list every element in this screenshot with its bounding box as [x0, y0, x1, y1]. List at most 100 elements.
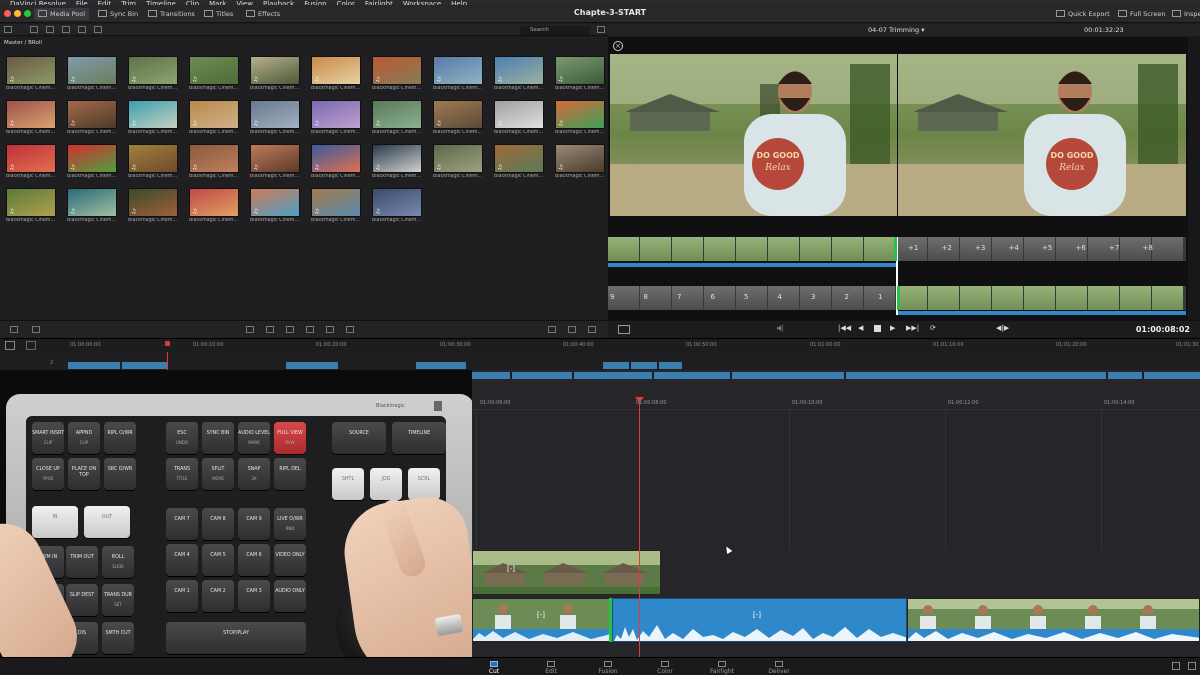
media-pool-button[interactable]: Media Pool [34, 8, 90, 20]
keyboard-key[interactable]: STOP/PLAY [166, 622, 306, 654]
media-clip[interactable]: ♫ Blackmagic Cinem... [189, 188, 239, 226]
close-up-icon[interactable] [306, 326, 314, 333]
media-clip[interactable]: ♫ Blackmagic Cinem... [372, 188, 422, 226]
zoom-window-icon[interactable] [24, 10, 31, 17]
keyboard-key[interactable]: CLOSE UP YPOS [32, 458, 64, 490]
keyboard-key[interactable]: TRIM OUT [66, 546, 98, 578]
overview-clip[interactable] [846, 372, 1106, 379]
keyboard-key[interactable]: PLACE ON TOP [68, 458, 100, 490]
inspector-button[interactable]: Inspe [1168, 8, 1200, 20]
media-clip[interactable]: ♫ Blackmagic Cinem... [372, 144, 422, 182]
prev-clip-icon[interactable]: ◀|▶ [996, 324, 1009, 332]
keyboard-key[interactable]: ROLL SLIDE [102, 546, 134, 578]
media-clip[interactable]: ♫ Blackmagic Cinem... [494, 144, 544, 182]
overview-clip[interactable] [1144, 372, 1200, 379]
import-icon[interactable] [30, 26, 38, 33]
media-clip[interactable]: ♫ Blackmagic Cinem... [311, 56, 361, 94]
keyboard-key[interactable]: SOURCE [332, 422, 386, 454]
timeline-playhead[interactable] [639, 400, 640, 657]
safe-area-icon[interactable] [588, 326, 596, 333]
media-clip[interactable]: ♫ Blackmagic Cinem... [6, 100, 56, 138]
media-clip[interactable]: ♫ Blackmagic Cinem... [555, 100, 605, 138]
keyboard-key[interactable]: TRANS TITLE [166, 458, 198, 490]
keyboard-key[interactable]: SCRL [408, 468, 440, 500]
keyboard-key[interactable]: SLIP DEST [66, 584, 98, 616]
smart-insert-icon[interactable] [246, 326, 254, 333]
broll-clip[interactable]: [-] [472, 550, 661, 595]
source-tape-icon[interactable] [568, 326, 576, 333]
page-deliver[interactable]: Deliver [759, 661, 799, 675]
overview-clip[interactable] [732, 372, 844, 379]
keyboard-key[interactable]: SPLIT MOVE [202, 458, 234, 490]
sort-icon[interactable] [62, 26, 70, 33]
media-clip[interactable]: ♫ Blackmagic Cinem... [555, 56, 605, 94]
quick-export-button[interactable]: Quick Export [1052, 8, 1114, 20]
close-window-icon[interactable] [4, 10, 11, 17]
media-clip[interactable]: ♫ Blackmagic Cinem... [433, 144, 483, 182]
keyboard-key[interactable]: LIVE O/WR RND [274, 508, 306, 540]
media-clip[interactable]: ♫ Blackmagic Cinem... [250, 56, 300, 94]
keyboard-key[interactable]: CAM 1 [166, 580, 198, 612]
overview-clip[interactable] [631, 362, 657, 369]
timeline-selector[interactable]: 04-07 Trimming ▾ [868, 26, 925, 34]
keyboard-key[interactable]: SHTL [332, 468, 364, 500]
keyboard-key[interactable]: APPND CLIP [68, 422, 100, 454]
interview-clip-right[interactable] [907, 598, 1200, 642]
media-clip[interactable]: ♫ Blackmagic Cinem... [250, 144, 300, 182]
overview-clip[interactable] [1108, 372, 1142, 379]
media-clip[interactable]: ♫ Blackmagic Cinem... [311, 100, 361, 138]
media-clip[interactable]: ♫ Blackmagic Cinem... [67, 56, 117, 94]
media-clip[interactable]: ♫ Blackmagic Cinem... [494, 100, 544, 138]
media-clip[interactable]: ♫ Blackmagic Cinem... [6, 188, 56, 226]
media-clip[interactable]: ♫ Blackmagic Cinem... [311, 188, 361, 226]
overview-playhead-marker[interactable] [165, 341, 170, 346]
transitions-button[interactable]: Transitions [144, 8, 199, 20]
keyboard-key[interactable]: CAM 8 [202, 508, 234, 540]
overview-clip[interactable] [416, 362, 466, 369]
keyboard-key[interactable]: SMART INSRT CLIP [32, 422, 64, 454]
scissors-icon[interactable] [32, 326, 40, 333]
source-overwrite-icon[interactable] [346, 326, 354, 333]
media-clip[interactable]: ♫ Blackmagic Cinem... [128, 188, 178, 226]
media-clip[interactable]: ♫ Blackmagic Cinem... [128, 144, 178, 182]
media-clip[interactable]: ♫ Blackmagic Cinem... [6, 56, 56, 94]
keyboard-key[interactable]: ESC UNDO [166, 422, 198, 454]
audio-clip[interactable]: [-] [612, 598, 907, 642]
media-clip[interactable]: ♫ Blackmagic Cinem... [372, 100, 422, 138]
media-clip[interactable]: ♫ Blackmagic Cinem... [555, 144, 605, 182]
page-edit[interactable]: Edit [531, 661, 571, 675]
keyboard-key[interactable]: TRANS DUR SET [102, 584, 134, 616]
jump-end-icon[interactable]: ▶▶| [906, 324, 919, 332]
fit-icon[interactable] [618, 325, 630, 334]
keyboard-key[interactable]: CAM 7 [166, 508, 198, 540]
overview-clip[interactable] [122, 362, 168, 369]
search-input[interactable]: Search [520, 26, 590, 35]
keyboard-key[interactable]: RIPL DEL [274, 458, 306, 490]
keyboard-key[interactable]: AUDIO ONLY [274, 580, 306, 612]
keyboard-key[interactable]: CAM 9 [238, 508, 270, 540]
keyboard-key[interactable]: AUDIO LEVEL MARK [238, 422, 270, 454]
media-clip[interactable]: ♫ Blackmagic Cinem... [128, 56, 178, 94]
stop-icon[interactable] [874, 325, 881, 332]
media-clip[interactable]: ♫ Blackmagic Cinem... [250, 100, 300, 138]
keyboard-key[interactable]: CAM 5 [202, 544, 234, 576]
media-clip[interactable]: ♫ Blackmagic Cinem... [67, 144, 117, 182]
metadata-icon[interactable] [94, 26, 102, 33]
prev-edit-icon[interactable]: ◀| [776, 324, 784, 332]
media-clip[interactable]: ♫ Blackmagic Cinem... [250, 188, 300, 226]
reverse-icon[interactable]: ◀ [858, 324, 863, 332]
keyboard-key[interactable]: FULL VIEW RVW [274, 422, 306, 454]
overview-clip[interactable] [574, 372, 652, 379]
timeline-overview-ruler[interactable]: 01:00:00:00 01:00:10:00 01:00:20:00 01:00:3… [0, 338, 1200, 352]
overview-clip[interactable] [68, 362, 120, 369]
minimize-window-icon[interactable] [14, 10, 21, 17]
media-clip[interactable]: ♫ Blackmagic Cinem... [67, 188, 117, 226]
track-options-icon[interactable] [26, 341, 36, 350]
keyboard-key[interactable]: CAM 2 [202, 580, 234, 612]
timeline-options-icon[interactable] [5, 341, 15, 350]
keyboard-key[interactable]: SMTH CUT [102, 622, 134, 654]
play-icon[interactable]: ▶ [890, 324, 895, 332]
keyboard-key[interactable]: CAM 3 [238, 580, 270, 612]
grid-icon[interactable] [10, 326, 18, 333]
close-trim-icon[interactable]: × [613, 41, 623, 51]
